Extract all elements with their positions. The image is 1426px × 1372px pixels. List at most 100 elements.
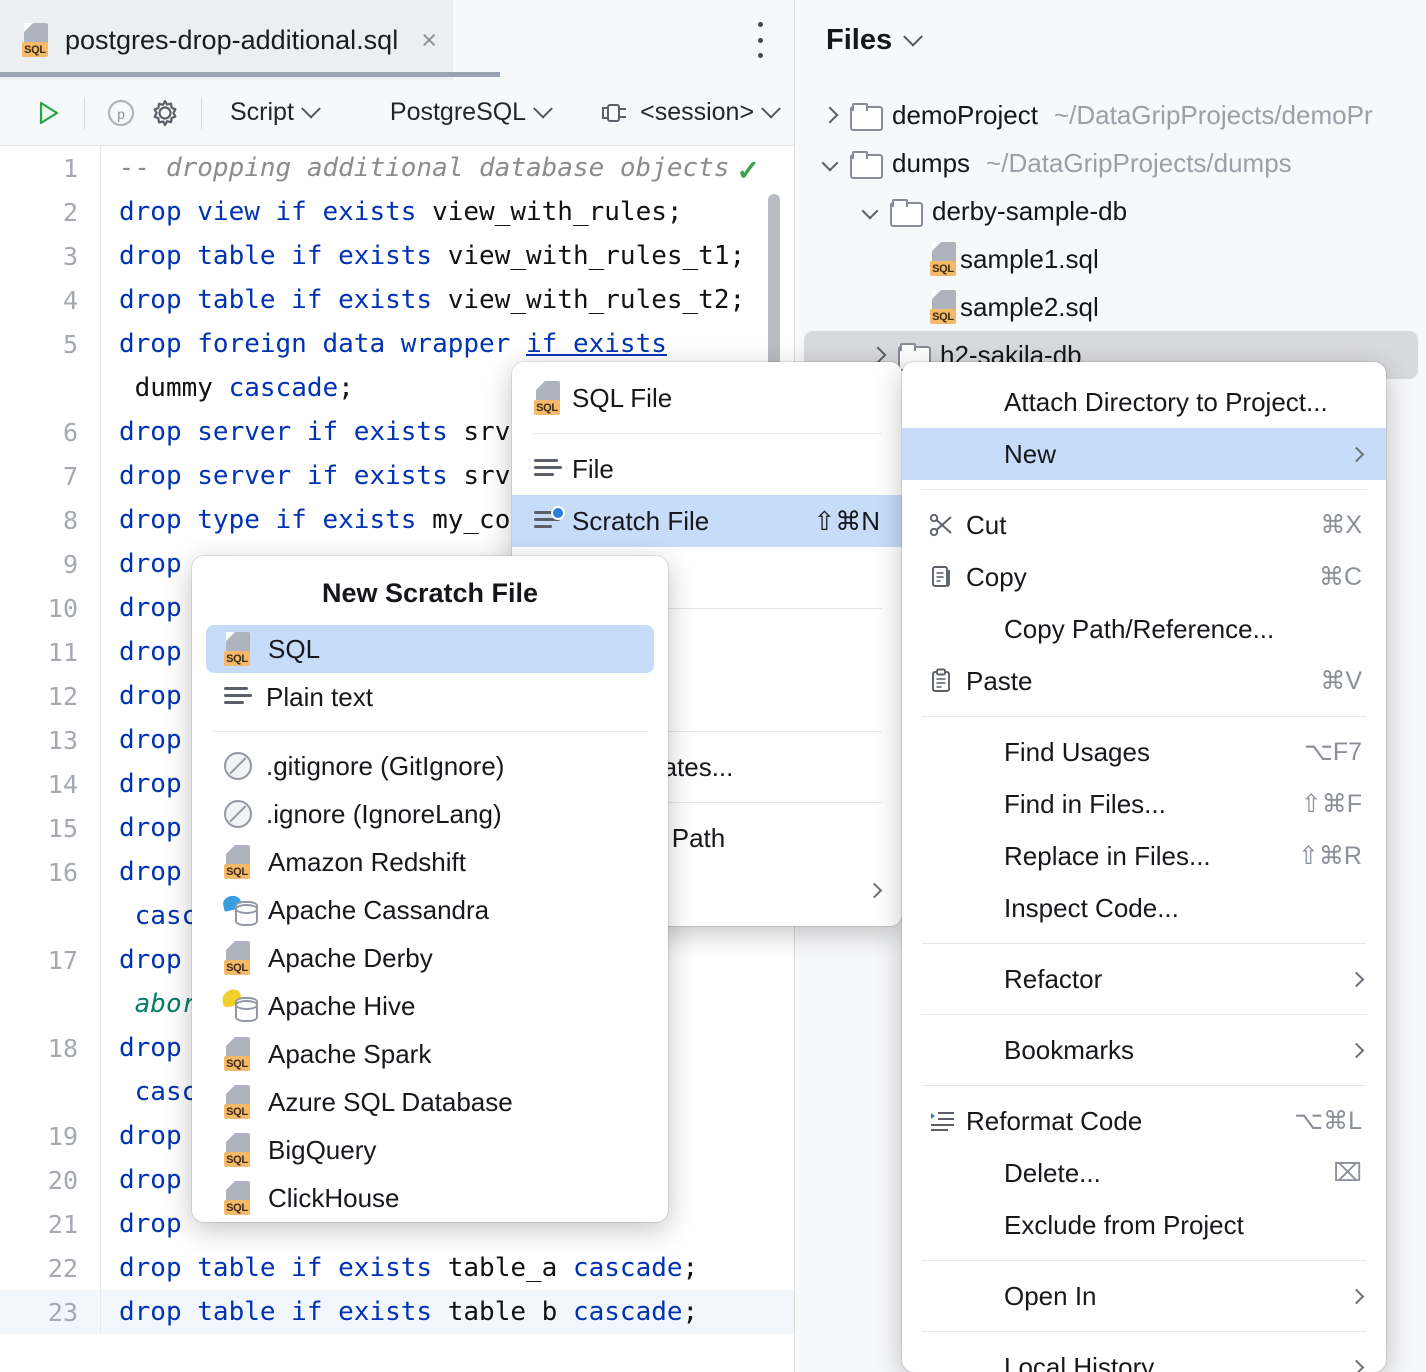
menu-item-local-history[interactable]: Local History — [902, 1341, 1386, 1372]
scratch-type-gitignore-gitignore[interactable]: .gitignore (GitIgnore) — [206, 742, 654, 790]
scratch-type-apache-hive[interactable]: Apache Hive — [206, 982, 654, 1030]
hive-icon — [224, 993, 254, 1019]
sql-file-icon: SQL — [224, 632, 254, 666]
menu-item-label: SQL File — [572, 383, 880, 414]
line-number: 4 — [0, 286, 100, 315]
scratch-type-amazon-redshift[interactable]: SQLAmazon Redshift — [206, 838, 654, 886]
menu-separator — [922, 716, 1366, 717]
sql-file-icon: SQL — [930, 290, 960, 324]
menu-item-delete[interactable]: Delete...⌧ — [902, 1147, 1386, 1199]
scratch-type-label: Apache Cassandra — [268, 895, 489, 926]
sql-file-icon: SQL — [534, 381, 564, 415]
menu-item-replace-in-files[interactable]: Replace in Files...⇧⌘R — [902, 830, 1386, 882]
menu-separator — [922, 489, 1366, 490]
menu-item-bookmarks[interactable]: Bookmarks — [902, 1024, 1386, 1076]
files-panel-title: Files — [826, 24, 892, 57]
menu-item-copy-path-reference[interactable]: Copy Path/Reference... — [902, 603, 1386, 655]
run-icon[interactable] — [26, 91, 70, 135]
scratch-type-label: Apache Derby — [268, 943, 433, 974]
folder-icon — [890, 199, 920, 223]
profile-icon[interactable]: p — [99, 91, 143, 135]
code-line[interactable]: 3drop table if exists view_with_rules_t1… — [0, 234, 794, 278]
expand-arrow[interactable] — [858, 349, 898, 361]
files-panel-header[interactable]: Files — [796, 0, 1426, 57]
tree-node[interactable]: SQLsample2.sql — [796, 283, 1426, 331]
expand-arrow[interactable] — [810, 109, 850, 121]
code-text: drop foreign data wrapper if exists — [100, 322, 794, 366]
menu-item-refactor[interactable]: Refactor — [902, 953, 1386, 1005]
editor-tab-bar: SQL postgres-drop-additional.sql × — [0, 0, 794, 80]
scratch-type-clickhouse[interactable]: SQLClickHouse — [206, 1174, 654, 1222]
menu-item-shortcut: ⇧⌘N — [813, 506, 880, 537]
editor-tab[interactable]: SQL postgres-drop-additional.sql × — [0, 0, 453, 80]
menu-item-shortcut: ⌥F7 — [1304, 737, 1362, 767]
tree-node[interactable]: derby-sample-db — [796, 187, 1426, 235]
session-selector[interactable]: <session> — [586, 98, 792, 127]
expand-arrow[interactable] — [850, 205, 890, 217]
menu-item-open-in[interactable]: Open In — [902, 1270, 1386, 1322]
scratch-type-apache-cassandra[interactable]: Apache Cassandra — [206, 886, 654, 934]
dialect-selector[interactable]: PostgreSQL — [376, 98, 564, 127]
scratch-type-label: ClickHouse — [268, 1183, 400, 1214]
menu-item-inspect-code[interactable]: Inspect Code... — [902, 882, 1386, 934]
scratch-type-plain-text[interactable]: Plain text — [206, 673, 654, 721]
tree-node-path: ~/DataGripProjects/demoPr — [1054, 100, 1373, 131]
menu-item-find-usages[interactable]: Find Usages⌥F7 — [902, 726, 1386, 778]
chevron-down-icon — [761, 98, 781, 118]
menu-item-file[interactable]: File — [512, 443, 902, 495]
scissors-icon — [928, 511, 956, 539]
menu-item-sql-file[interactable]: SQL SQL File — [512, 372, 902, 424]
scratch-type-sql[interactable]: SQL SQL — [206, 625, 654, 673]
line-number: 2 — [0, 198, 100, 227]
menu-item-attach-directory-to-project[interactable]: Attach Directory to Project... — [902, 376, 1386, 428]
scratch-type-azure-sql-database[interactable]: SQLAzure SQL Database — [206, 1078, 654, 1126]
scratch-type-apache-spark[interactable]: SQLApache Spark — [206, 1030, 654, 1078]
menu-item-exclude-from-project[interactable]: Exclude from Project — [902, 1199, 1386, 1251]
code-text: drop table if exists table_a cascade; — [100, 1246, 794, 1290]
scratch-type-label: Amazon Redshift — [268, 847, 466, 878]
menu-item-copy[interactable]: Copy⌘C — [902, 551, 1386, 603]
menu-item-reformat-code[interactable]: Reformat Code⌥⌘L — [902, 1095, 1386, 1147]
expand-arrow[interactable] — [810, 157, 850, 169]
line-number: 21 — [0, 1210, 100, 1239]
editor-tab-title: postgres-drop-additional.sql — [65, 25, 398, 56]
line-number: 22 — [0, 1254, 100, 1283]
scratch-type-label: SQL — [268, 634, 320, 665]
popup-separator — [212, 731, 648, 732]
tree-node-label: derby-sample-db — [932, 196, 1127, 227]
tree-node[interactable]: demoProject~/DataGripProjects/demoPr — [796, 91, 1426, 139]
line-number: 5 — [0, 330, 100, 359]
line-number: 6 — [0, 418, 100, 447]
more-options-icon[interactable] — [756, 22, 764, 58]
paste-icon — [928, 667, 956, 695]
chevron-right-icon — [1349, 1042, 1365, 1058]
scratch-type-ignore-ignorelang[interactable]: .ignore (IgnoreLang) — [206, 790, 654, 838]
menu-item-cut[interactable]: Cut⌘X — [902, 499, 1386, 551]
scratch-type-label: BigQuery — [268, 1135, 376, 1166]
code-line[interactable]: 5drop foreign data wrapper if exists — [0, 322, 794, 366]
gear-icon[interactable] — [143, 91, 187, 135]
menu-item-scratch-file[interactable]: Scratch File⇧⌘N — [512, 495, 902, 547]
menu-item-label: Bookmarks — [1004, 1035, 1351, 1066]
chevron-down-icon[interactable] — [903, 26, 923, 46]
close-icon[interactable]: × — [421, 25, 437, 56]
code-line[interactable]: 2drop view if exists view_with_rules; — [0, 190, 794, 234]
code-line[interactable]: 4drop table if exists view_with_rules_t2… — [0, 278, 794, 322]
tree-node[interactable]: dumps~/DataGripProjects/dumps — [796, 139, 1426, 187]
file-tree: demoProject~/DataGripProjects/demoPrdump… — [796, 91, 1426, 379]
script-selector[interactable]: Script — [216, 98, 332, 127]
tree-node-label: sample2.sql — [960, 292, 1099, 323]
scratch-type-bigquery[interactable]: SQLBigQuery — [206, 1126, 654, 1174]
inspection-status-icon: ✓ — [737, 154, 760, 187]
chevron-right-icon — [1349, 971, 1365, 987]
ignore-icon — [224, 752, 252, 780]
line-number: 11 — [0, 638, 100, 667]
code-line[interactable]: 22drop table if exists table_a cascade; — [0, 1246, 794, 1290]
menu-item-paste[interactable]: Paste⌘V — [902, 655, 1386, 707]
code-line[interactable]: 1-- dropping additional database objects — [0, 146, 794, 190]
menu-item-find-in-files[interactable]: Find in Files...⇧⌘F — [902, 778, 1386, 830]
tree-node[interactable]: SQLsample1.sql — [796, 235, 1426, 283]
scratch-type-apache-derby[interactable]: SQLApache Derby — [206, 934, 654, 982]
menu-item-new[interactable]: New — [902, 428, 1386, 480]
code-line[interactable]: 23drop table if exists table b cascade; — [0, 1290, 794, 1334]
